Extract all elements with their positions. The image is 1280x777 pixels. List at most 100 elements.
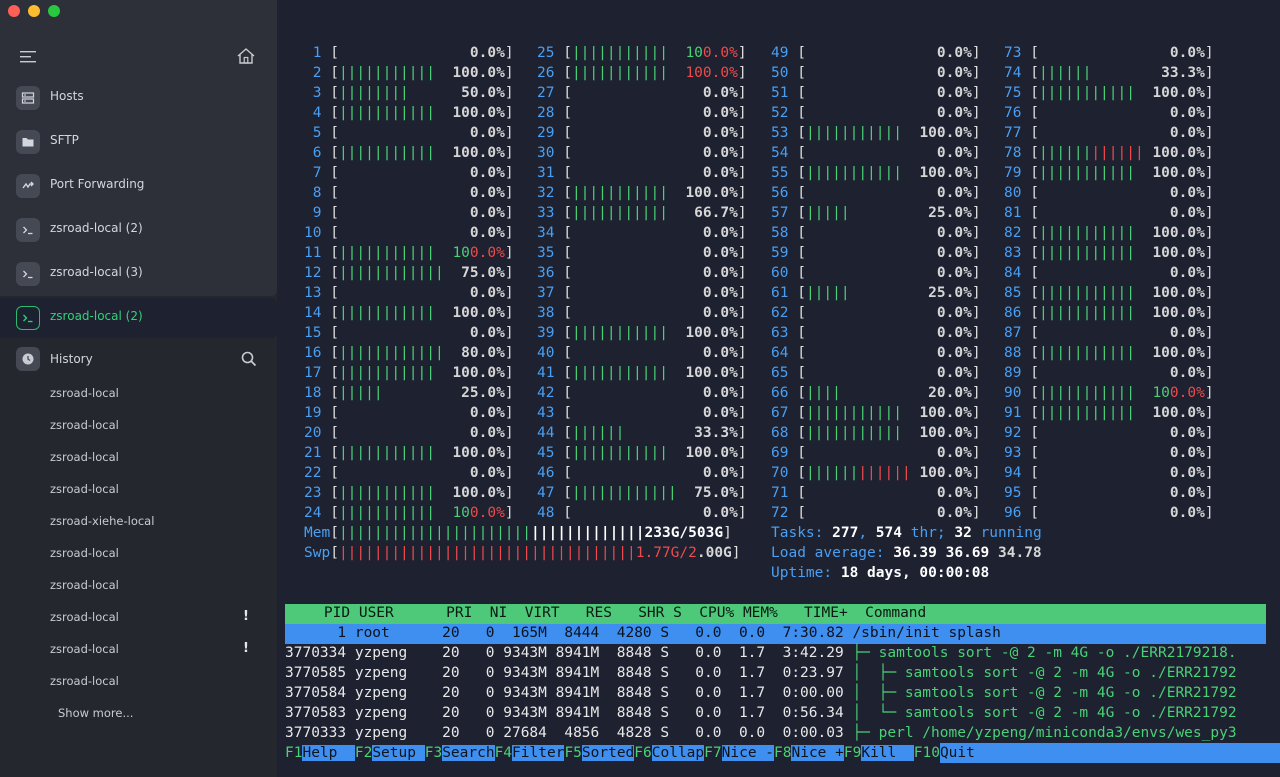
sidebar-item-zsroad-local-2[interactable]: zsroad-local (2) [0, 210, 277, 250]
history-item[interactable]: zsroad-local [50, 418, 119, 432]
process-row[interactable]: 1 root 20 0 165M 8444 4280 S 0.0 0.0 7:3… [285, 623, 1000, 643]
cpu-index-label: 22 [304, 465, 331, 481]
cpu-meter-21: 21 [||||||||||| 100.0%] [304, 443, 514, 463]
history-item[interactable]: zsroad-local [50, 450, 119, 464]
fkey-label[interactable]: Sorted [581, 745, 635, 761]
process-row[interactable]: 3770334 yzpeng 20 0 9343M 8941M 8848 S 0… [285, 643, 1237, 663]
cpu-index-label: 32 [537, 185, 564, 201]
warning-icon: ! [243, 641, 249, 656]
fkey-label[interactable]: Filter [512, 745, 565, 761]
fkey-f1[interactable]: F1 [285, 745, 302, 761]
close-window-button[interactable] [8, 5, 20, 17]
maximize-window-button[interactable] [48, 5, 60, 17]
sidebar-item-label: zsroad-local (2) [50, 221, 143, 235]
bracket: [ [563, 125, 572, 141]
cpu-meter-48: 48 [ 0.0%] [537, 503, 747, 523]
bracket: ] [1204, 125, 1214, 141]
cpu-meter-39: 39 [||||||||||| 100.0%] [537, 323, 747, 343]
bracket: [ [330, 245, 339, 261]
fkey-f10[interactable]: F10 [914, 745, 940, 761]
bracket: ] [723, 525, 732, 541]
process-fields: 3770584 yzpeng 20 0 9343M 8941M 8848 S 0… [285, 685, 853, 701]
process-row[interactable]: 3770583 yzpeng 20 0 9343M 8941M 8848 S 0… [285, 703, 1237, 723]
history-item[interactable]: zsroad-local [50, 642, 119, 656]
fkey-label[interactable]: Collap [651, 745, 705, 761]
cpu-meter-33: 33 [||||||||||| 66.7%] [537, 203, 747, 223]
history-item[interactable]: zsroad-local [50, 610, 119, 624]
fkey-label[interactable]: Quit [939, 743, 1280, 763]
fkey-label[interactable]: Nice - [721, 745, 775, 761]
process-row[interactable]: 3770585 yzpeng 20 0 9343M 8941M 8848 S 0… [285, 663, 1237, 683]
bracket: [ [330, 305, 339, 321]
cpu-index-label: 1 [304, 45, 331, 61]
home-icon[interactable] [236, 46, 256, 66]
fkey-f6[interactable]: F6 [634, 745, 651, 761]
bracket: ] [504, 345, 514, 361]
bracket: [ [1030, 445, 1039, 461]
bracket: ] [737, 125, 747, 141]
cpu-meter-16: 16 [|||||||||||| 80.0%] [304, 343, 514, 363]
cpu-index-label: 14 [304, 305, 331, 321]
history-item[interactable]: zsroad-local [50, 674, 119, 688]
fkey-f5[interactable]: F5 [564, 745, 581, 761]
terminal-text: 34.78 [998, 545, 1042, 561]
fkey-f4[interactable]: F4 [495, 745, 512, 761]
bracket: ] [737, 285, 747, 301]
cpu-index-label: 93 [1004, 445, 1031, 461]
sidebar-item-port-forwarding[interactable]: Port Forwarding [0, 166, 277, 206]
fkey-label[interactable]: Kill [861, 745, 914, 761]
bracket: ] [971, 345, 981, 361]
fkey-f8[interactable]: F8 [774, 745, 791, 761]
minimize-window-button[interactable] [28, 5, 40, 17]
cpu-meter-3: 3 [|||||||| 50.0%] [304, 83, 514, 103]
bracket: ] [971, 125, 981, 141]
terminal-htop[interactable]: 1 [ 0.0%] 2 [||||||||||| 100.0%] 3 [||||… [277, 0, 1280, 777]
cpu-index-label: 13 [304, 285, 331, 301]
fkey-f7[interactable]: F7 [704, 745, 721, 761]
terminal-text: running [971, 525, 1042, 541]
bracket: [ [330, 325, 339, 341]
history-item[interactable]: zsroad-local [50, 482, 119, 496]
cpu-meter-75: 75 [||||||||||| 100.0%] [1004, 83, 1214, 103]
cpu-index-label: 17 [304, 365, 331, 381]
fkey-label[interactable]: Nice + [791, 745, 844, 761]
history-item[interactable]: zsroad-local [50, 578, 119, 592]
history-header: History [0, 340, 277, 378]
cpu-index-label: 50 [771, 65, 798, 81]
sidebar-item-sftp[interactable]: SFTP [0, 122, 277, 162]
fkey-f2[interactable]: F2 [355, 745, 372, 761]
search-icon[interactable] [241, 351, 257, 367]
history-item[interactable]: zsroad-local [50, 546, 119, 560]
fkey-label[interactable]: Search [442, 745, 495, 761]
fkey-f3[interactable]: F3 [425, 745, 442, 761]
process-fields: 3770585 yzpeng 20 0 9343M 8941M 8848 S 0… [285, 665, 853, 681]
process-row[interactable]: 3770584 yzpeng 20 0 9343M 8941M 8848 S 0… [285, 683, 1237, 703]
fkey-label[interactable]: Help [302, 745, 355, 761]
cpu-percent: 0.0% [1169, 465, 1205, 481]
sidebar-item-zsroad-local-2[interactable]: zsroad-local (2) [0, 298, 277, 338]
show-more-link[interactable]: Show more... [58, 706, 133, 720]
sidebar-item-hosts[interactable]: Hosts [0, 78, 277, 118]
history-item[interactable]: zsroad-xiehe-local [50, 514, 154, 528]
cpu-bar-green: ||||||||||| [338, 505, 435, 521]
cpu-index-label: 78 [1004, 145, 1031, 161]
bracket: ] [971, 365, 981, 381]
bracket: [ [797, 125, 806, 141]
fkey-f9[interactable]: F9 [844, 745, 861, 761]
history-item[interactable]: zsroad-local [50, 386, 119, 400]
cpu-bar-green: ||||||||||| [571, 185, 668, 201]
fkey-label[interactable]: Setup [372, 745, 425, 761]
sidebar-item-zsroad-local-3[interactable]: zsroad-local (3) [0, 254, 277, 294]
sidebar-toggle-icon[interactable] [20, 50, 38, 64]
process-row[interactable]: 3770333 yzpeng 20 0 27684 4856 4828 S 0.… [285, 723, 1237, 743]
